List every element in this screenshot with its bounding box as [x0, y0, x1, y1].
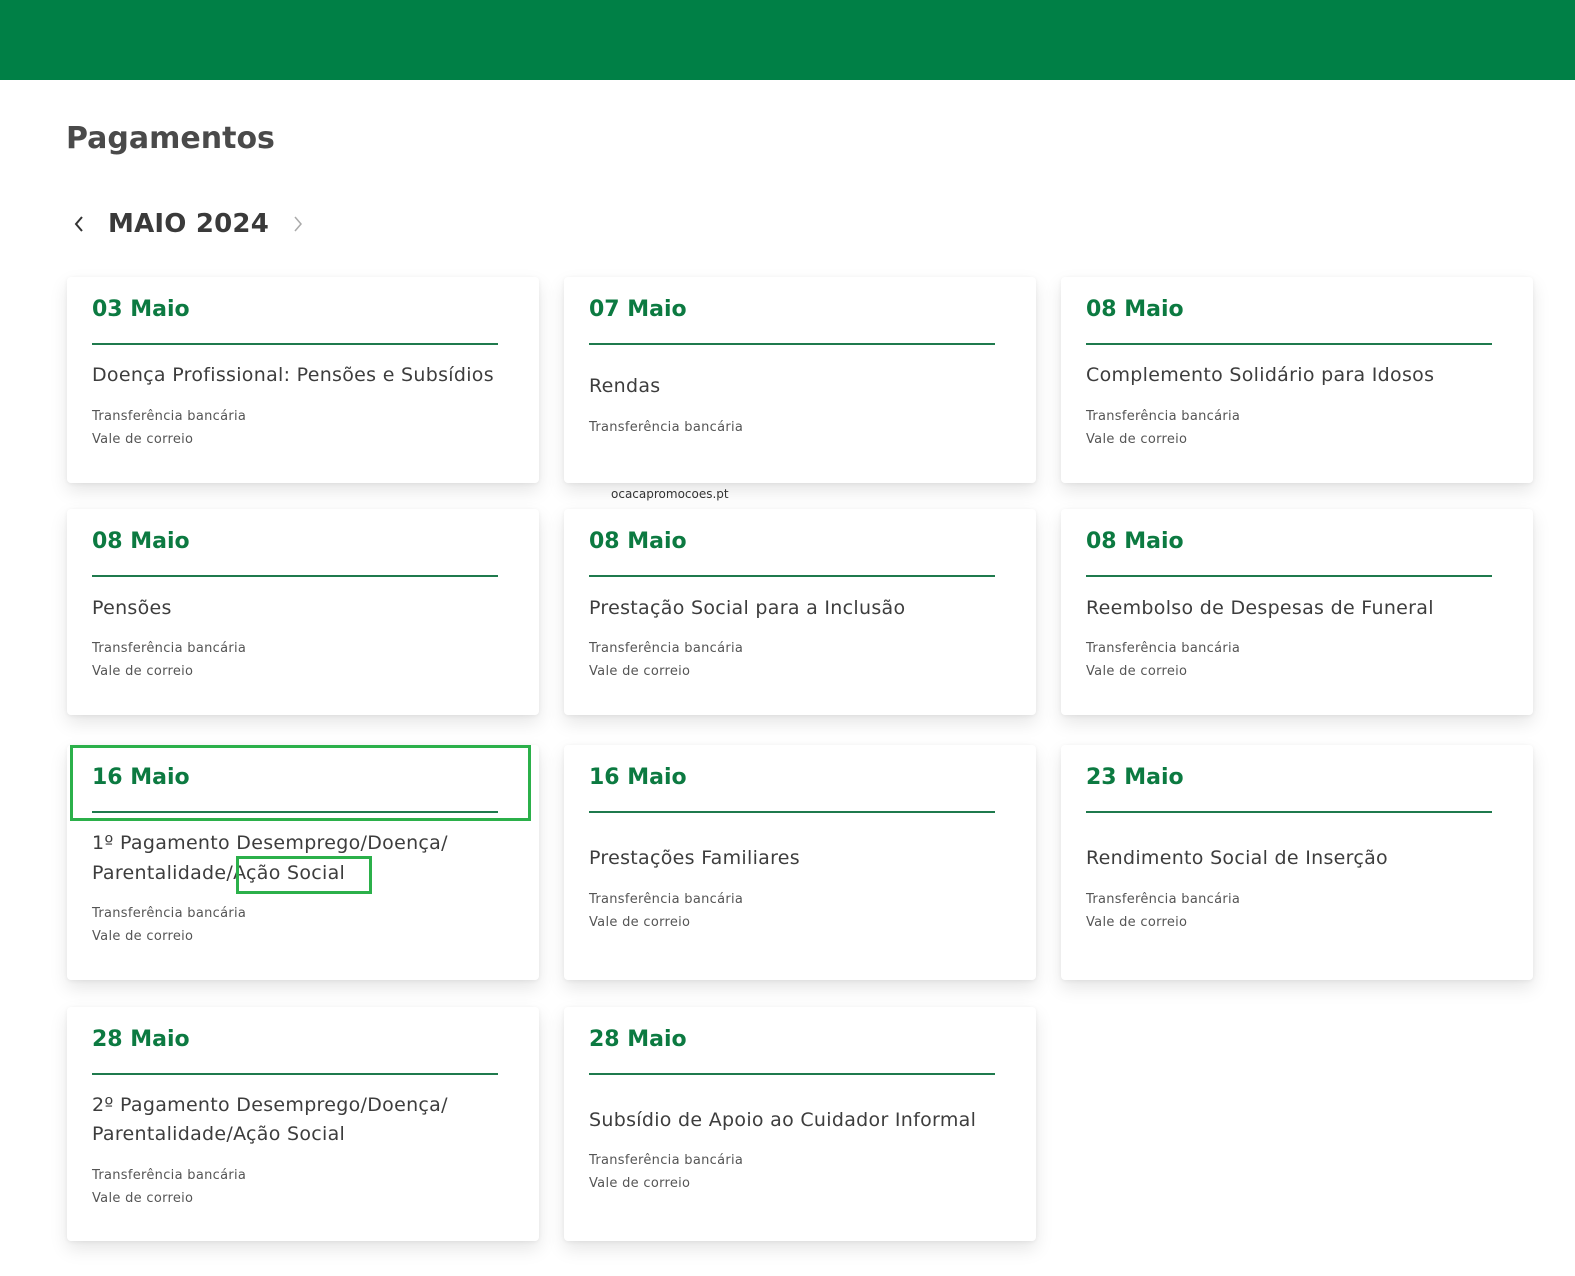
payment-date: 28 Maio [589, 1027, 687, 1052]
payment-method: Transferência bancária [92, 906, 247, 921]
divider [589, 1073, 995, 1075]
payment-card[interactable]: 28 Maio 2º Pagamento Desemprego/Doença/ … [67, 1007, 539, 1241]
payment-title: Rendimento Social de Inserção [1086, 847, 1388, 869]
divider [1086, 575, 1492, 577]
payment-method: Vale de correio [92, 1191, 194, 1206]
payment-date: 08 Maio [589, 529, 687, 554]
payment-method: Vale de correio [92, 664, 194, 679]
divider [589, 343, 995, 345]
payment-date: 07 Maio [589, 297, 687, 322]
divider [92, 343, 498, 345]
payment-date: 23 Maio [1086, 765, 1184, 790]
divider [589, 575, 995, 577]
payment-date: 08 Maio [92, 529, 190, 554]
payment-card[interactable]: 08 Maio Prestação Social para a Inclusão… [564, 509, 1036, 715]
payment-title: Parentalidade/Ação Social [92, 1123, 346, 1145]
payment-title: Doença Profissional: Pensões e Subsídios [92, 364, 494, 386]
payment-method: Transferência bancária [1086, 641, 1241, 656]
payment-method: Transferência bancária [589, 892, 744, 907]
payment-title: Rendas [589, 375, 661, 397]
payment-card[interactable]: 07 Maio Rendas Transferência bancária [564, 277, 1036, 483]
payment-date: 28 Maio [92, 1027, 190, 1052]
payment-card[interactable]: 03 Maio Doença Profissional: Pensões e S… [67, 277, 539, 483]
payment-title: Reembolso de Despesas de Funeral [1086, 597, 1434, 619]
payment-card[interactable]: 08 Maio Complemento Solidário para Idoso… [1061, 277, 1533, 483]
divider [92, 575, 498, 577]
payment-method: Vale de correio [92, 432, 194, 447]
payment-method: Vale de correio [589, 915, 691, 930]
payment-title: Prestações Familiares [589, 847, 800, 869]
payment-title: Prestação Social para a Inclusão [589, 597, 906, 619]
payment-method: Vale de correio [92, 929, 194, 944]
payment-date: 08 Maio [1086, 297, 1184, 322]
payment-title: Parentalidade/Ação Social [92, 862, 346, 884]
payment-title: 1º Pagamento Desemprego/Doença/ [92, 832, 448, 854]
payment-card[interactable]: 28 Maio Subsídio de Apoio ao Cuidador In… [564, 1007, 1036, 1241]
payment-title: 2º Pagamento Desemprego/Doença/ [92, 1094, 448, 1116]
payment-card[interactable]: 16 Maio 1º Pagamento Desemprego/Doença/ … [67, 745, 539, 980]
payment-card[interactable]: 08 Maio Pensões Transferência bancária V… [67, 509, 539, 715]
payment-method: Vale de correio [589, 664, 691, 679]
divider [589, 811, 995, 813]
payment-card[interactable]: 08 Maio Reembolso de Despesas de Funeral… [1061, 509, 1533, 715]
watermark-text: ocacapromocoes.pt [611, 487, 729, 501]
payment-method: Transferência bancária [92, 409, 247, 424]
payment-method: Vale de correio [1086, 915, 1188, 930]
payment-method: Transferência bancária [1086, 409, 1241, 424]
payment-title: Subsídio de Apoio ao Cuidador Informal [589, 1109, 977, 1131]
payment-method: Transferência bancária [589, 420, 744, 435]
previous-month-button[interactable] [66, 204, 92, 244]
page-title: Pagamentos [66, 121, 275, 156]
payment-title: Pensões [92, 597, 172, 619]
payment-method: Vale de correio [1086, 664, 1188, 679]
payment-method: Transferência bancária [1086, 892, 1241, 907]
payment-card[interactable]: 23 Maio Rendimento Social de Inserção Tr… [1061, 745, 1533, 980]
payment-date: 16 Maio [92, 765, 190, 790]
payment-method: Vale de correio [1086, 432, 1188, 447]
divider [92, 811, 498, 813]
payment-method: Transferência bancária [92, 641, 247, 656]
next-month-button[interactable] [285, 204, 311, 244]
payment-title: Complemento Solidário para Idosos [1086, 364, 1435, 386]
chevron-left-icon [74, 216, 83, 232]
payment-date: 03 Maio [92, 297, 190, 322]
month-navigator: MAIO 2024 [66, 204, 311, 244]
top-header-bar [0, 0, 1575, 80]
divider [1086, 343, 1492, 345]
chevron-right-icon [294, 216, 302, 232]
payment-card[interactable]: 16 Maio Prestações Familiares Transferên… [564, 745, 1036, 980]
payment-method: Transferência bancária [92, 1168, 247, 1183]
payment-method: Transferência bancária [589, 1153, 744, 1168]
payment-method: Vale de correio [589, 1176, 691, 1191]
payment-method: Transferência bancária [589, 641, 744, 656]
divider [92, 1073, 498, 1075]
divider [1086, 811, 1492, 813]
payment-date: 16 Maio [589, 765, 687, 790]
current-month-label: MAIO 2024 [108, 209, 269, 239]
payment-date: 08 Maio [1086, 529, 1184, 554]
